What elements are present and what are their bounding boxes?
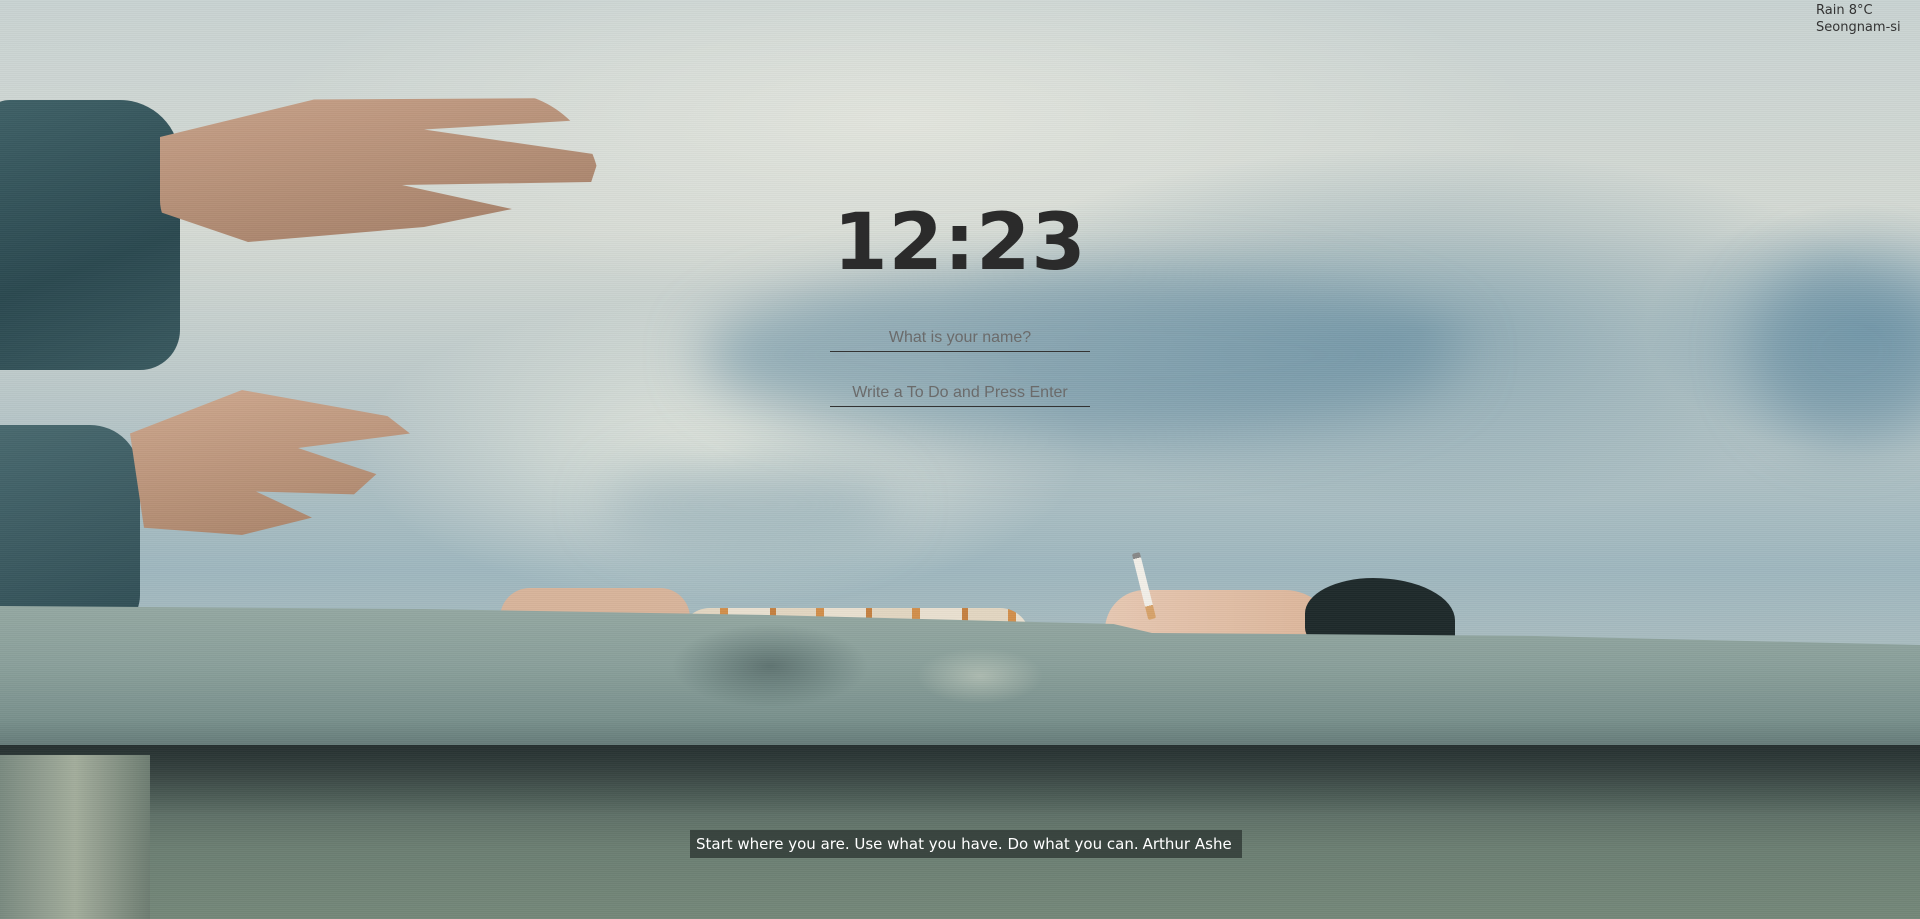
todo-input[interactable] [830, 380, 1090, 407]
quote-author: Arthur Ashe [1142, 835, 1232, 853]
background-image [0, 0, 1920, 919]
clock: 12:23 [833, 198, 1087, 288]
weather-condition-temp: Rain 8°C [1816, 3, 1873, 18]
weather-location: Seongnam-si [1816, 20, 1901, 35]
quote: Start where you are. Use what you have. … [690, 830, 1242, 858]
name-input[interactable] [830, 325, 1090, 352]
weather-widget: Rain 8°C Seongnam-si [1816, 2, 1901, 36]
quote-text: Start where you are. Use what you have. … [696, 835, 1139, 853]
